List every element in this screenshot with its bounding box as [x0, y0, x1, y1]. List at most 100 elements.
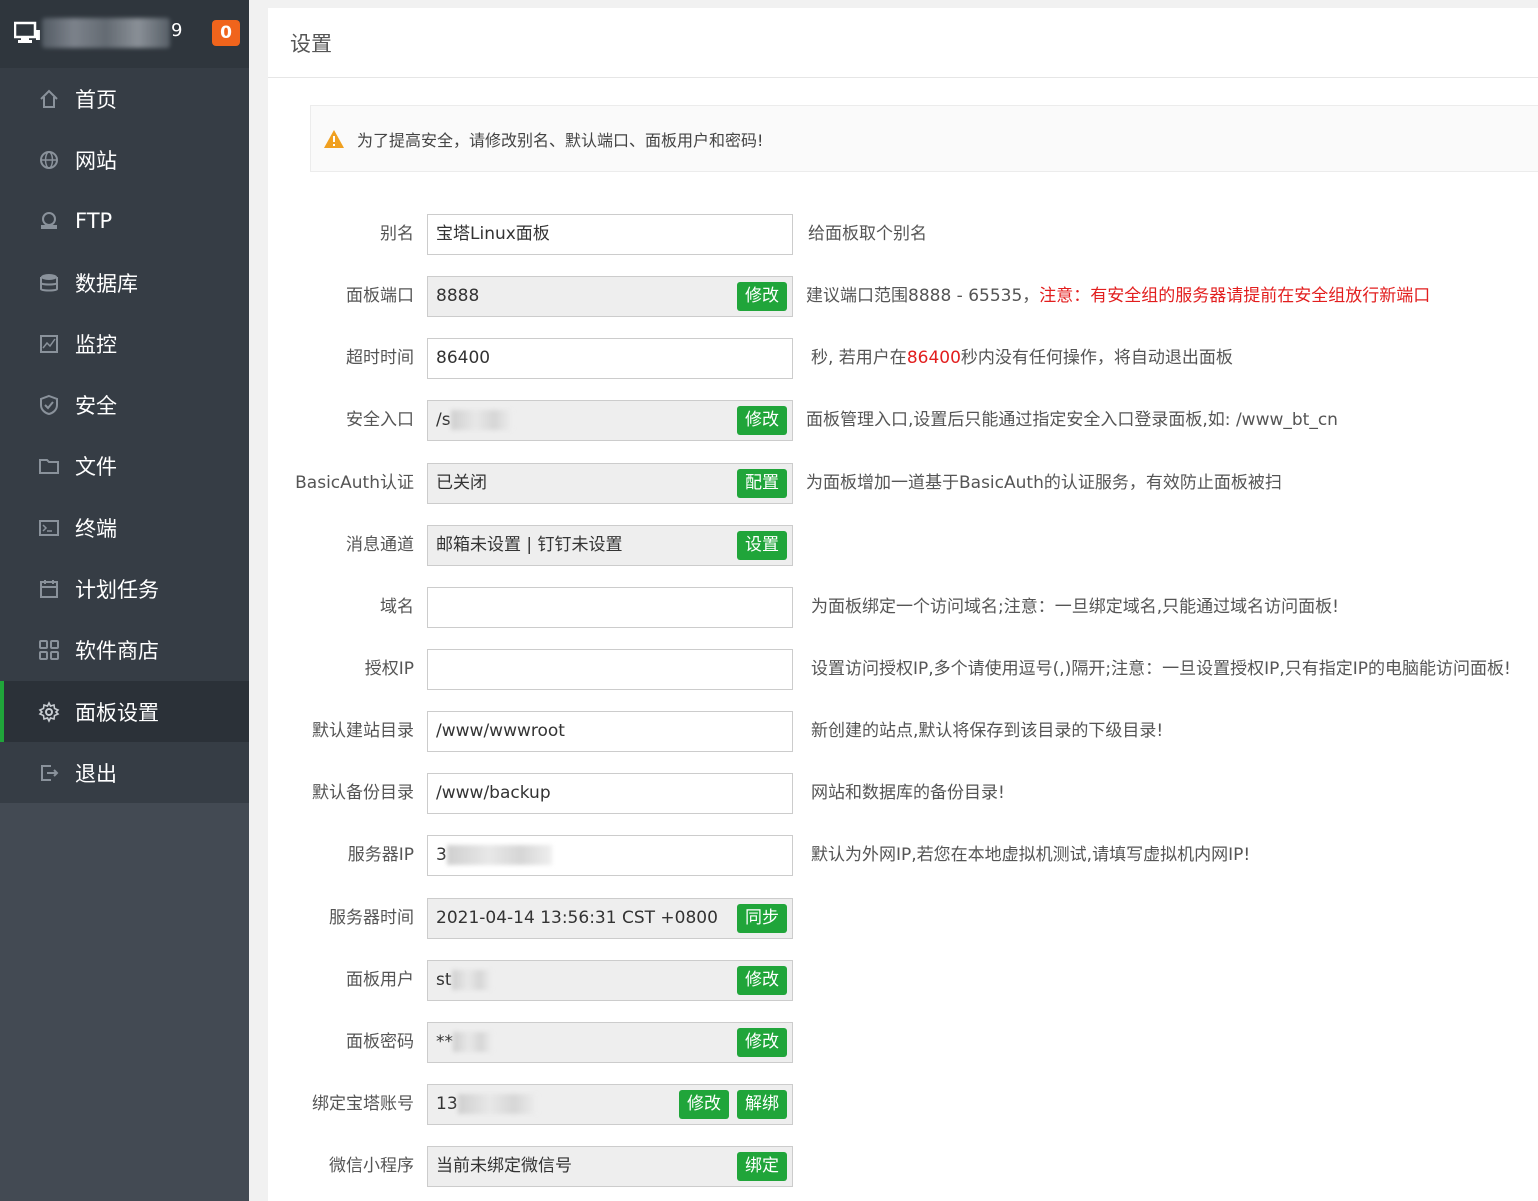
sidebar-item-cron[interactable]: 计划任务 — [0, 558, 249, 619]
sidebar-item-label: 计划任务 — [75, 578, 159, 603]
warning-icon — [324, 129, 344, 148]
bt-account-label: 绑定宝塔账号 — [312, 1094, 414, 1114]
sidebar-item-database[interactable]: 数据库 — [0, 252, 249, 313]
alias-input[interactable]: 宝塔Linux面板 — [427, 214, 793, 255]
row-backup-dir: 默认备份目录 /www/backup 网站和数据库的备份目录! — [268, 773, 1538, 814]
apps-grid-icon — [38, 639, 60, 661]
user-modify-button[interactable]: 修改 — [737, 966, 787, 995]
sidebar-item-home[interactable]: 首页 — [0, 68, 249, 129]
sidebar-item-label: 网站 — [75, 148, 117, 173]
server-time-input: 2021-04-14 13:56:31 CST +0800 同步 — [427, 898, 793, 939]
sidebar: 9 0 首页 网站 FTP 数据库 监控 安全 文件 终端 计划任务 软件商店 … — [0, 0, 249, 1201]
backup-dir-label: 默认备份目录 — [312, 783, 414, 803]
sidebar-item-settings[interactable]: 面板设置 — [0, 680, 249, 743]
row-message-channel: 消息通道 邮箱未设置 | 钉钉未设置 设置 — [268, 525, 1538, 566]
row-wechat: 微信小程序 当前未绑定微信号 绑定 — [268, 1146, 1538, 1187]
sidebar-item-label: 安全 — [75, 394, 117, 419]
channel-value: 邮箱未设置 | 钉钉未设置 — [436, 535, 623, 555]
security-alert: 为了提高安全，请修改别名、默认端口、面板用户和密码! — [310, 105, 1538, 172]
sidebar-item-store[interactable]: 软件商店 — [0, 620, 249, 681]
user-redacted — [451, 970, 492, 990]
server-ip-input[interactable]: 3 — [427, 835, 793, 876]
backup-dir-value: /www/backup — [436, 783, 551, 803]
entry-modify-button[interactable]: 修改 — [737, 406, 787, 435]
site-dir-input[interactable]: /www/wwwroot — [427, 711, 793, 752]
wechat-bind-button[interactable]: 绑定 — [737, 1152, 787, 1181]
site-dir-hint: 新创建的站点,默认将保存到该目录的下级目录! — [811, 721, 1164, 741]
row-basicauth: BasicAuth认证 已关闭 配置 为面板增加一道基于BasicAuth的认证… — [268, 463, 1538, 504]
row-server-time: 服务器时间 2021-04-14 13:56:31 CST +0800 同步 — [268, 898, 1538, 939]
auth-ip-label: 授权IP — [364, 659, 414, 679]
message-count-badge[interactable]: 0 — [212, 20, 240, 46]
server-ip-value: 3 — [436, 845, 447, 865]
bt-account-modify-button[interactable]: 修改 — [679, 1090, 729, 1119]
alert-text: 为了提高安全，请修改别名、默认端口、面板用户和密码! — [357, 130, 764, 150]
port-input: 8888 修改 — [427, 276, 793, 317]
password-redacted — [453, 1032, 493, 1052]
bt-account-redacted — [457, 1094, 538, 1114]
port-modify-button[interactable]: 修改 — [737, 282, 787, 311]
home-icon — [38, 88, 60, 110]
logout-icon — [38, 762, 60, 784]
site-dir-label: 默认建站目录 — [312, 721, 414, 741]
sidebar-item-terminal[interactable]: 终端 — [0, 497, 249, 558]
server-ip-label: 服务器IP — [347, 845, 414, 865]
database-icon — [38, 272, 60, 294]
entry-label: 安全入口 — [346, 410, 414, 430]
row-bt-account: 绑定宝塔账号 13 修改 解绑 — [268, 1084, 1538, 1125]
backup-dir-input[interactable]: /www/backup — [427, 773, 793, 814]
folder-icon — [38, 455, 60, 477]
alias-value: 宝塔Linux面板 — [436, 224, 550, 244]
password-label: 面板密码 — [346, 1032, 414, 1052]
sidebar-item-label: 首页 — [75, 87, 117, 112]
sidebar-item-logout[interactable]: 退出 — [0, 742, 249, 803]
sidebar-item-website[interactable]: 网站 — [0, 129, 249, 190]
channel-setup-button[interactable]: 设置 — [737, 531, 787, 560]
sidebar-item-security[interactable]: 安全 — [0, 374, 249, 435]
sidebar-item-label: 监控 — [75, 332, 117, 357]
row-site-dir: 默认建站目录 /www/wwwroot 新创建的站点,默认将保存到该目录的下级目… — [268, 711, 1538, 752]
auth-ip-input[interactable] — [427, 649, 793, 690]
sidebar-item-ftp[interactable]: FTP — [0, 191, 249, 252]
domain-input[interactable] — [427, 587, 793, 628]
wechat-input: 当前未绑定微信号 绑定 — [427, 1146, 793, 1187]
row-auth-ip: 授权IP 设置访问授权IP,多个请使用逗号(,)隔开;注意：一旦设置授权IP,只… — [268, 649, 1538, 690]
wechat-label: 微信小程序 — [329, 1156, 414, 1176]
sync-time-button[interactable]: 同步 — [737, 904, 787, 933]
domain-label: 域名 — [380, 597, 414, 617]
entry-redacted — [450, 410, 513, 430]
server-ip-redacted — [446, 845, 552, 865]
server-time-value: 2021-04-14 13:56:31 CST +0800 — [436, 908, 718, 928]
password-input: ** 修改 — [427, 1022, 793, 1063]
sidebar-item-label: 面板设置 — [75, 700, 159, 725]
sidebar-item-label: 退出 — [75, 761, 117, 786]
row-server-ip: 服务器IP 3 默认为外网IP,若您在本地虚拟机测试,请填写虚拟机内网IP! — [268, 835, 1538, 876]
row-alias: 别名 宝塔Linux面板 给面板取个别名 — [268, 214, 1538, 255]
sidebar-item-files[interactable]: 文件 — [0, 436, 249, 497]
basicauth-value: 已关闭 — [436, 473, 487, 493]
port-label: 面板端口 — [346, 286, 414, 306]
server-time-label: 服务器时间 — [329, 908, 414, 928]
basicauth-label: BasicAuth认证 — [295, 473, 414, 493]
timeout-hint-value: 86400 — [906, 348, 961, 368]
sidebar-header: 9 0 — [0, 0, 249, 68]
wechat-value: 当前未绑定微信号 — [436, 1156, 572, 1176]
entry-value: /s — [436, 410, 451, 430]
entry-input: /s 修改 — [427, 400, 793, 441]
alias-hint: 给面板取个别名 — [808, 224, 927, 244]
basicauth-config-button[interactable]: 配置 — [737, 469, 787, 498]
calendar-icon — [38, 578, 60, 600]
row-port: 面板端口 8888 修改 建议端口范围8888 - 65535，注意：有安全组的… — [268, 276, 1538, 317]
alias-label: 别名 — [380, 224, 414, 244]
server-ip-hint: 默认为外网IP,若您在本地虚拟机测试,请填写虚拟机内网IP! — [811, 845, 1251, 865]
bt-account-unbind-button[interactable]: 解绑 — [737, 1090, 787, 1119]
ftp-icon — [38, 210, 60, 232]
basicauth-hint: 为面板增加一道基于BasicAuth的认证服务，有效防止面板被扫 — [806, 473, 1282, 493]
timeout-hint: 秒, 若用户在86400秒内没有任何操作，将自动退出面板 — [811, 338, 1233, 379]
user-label: 面板用户 — [346, 970, 414, 990]
sidebar-footer — [0, 803, 249, 1201]
sidebar-item-monitor[interactable]: 监控 — [0, 313, 249, 374]
sidebar-item-label: 软件商店 — [75, 639, 159, 664]
password-modify-button[interactable]: 修改 — [737, 1028, 787, 1057]
timeout-input[interactable]: 86400 — [427, 338, 793, 379]
